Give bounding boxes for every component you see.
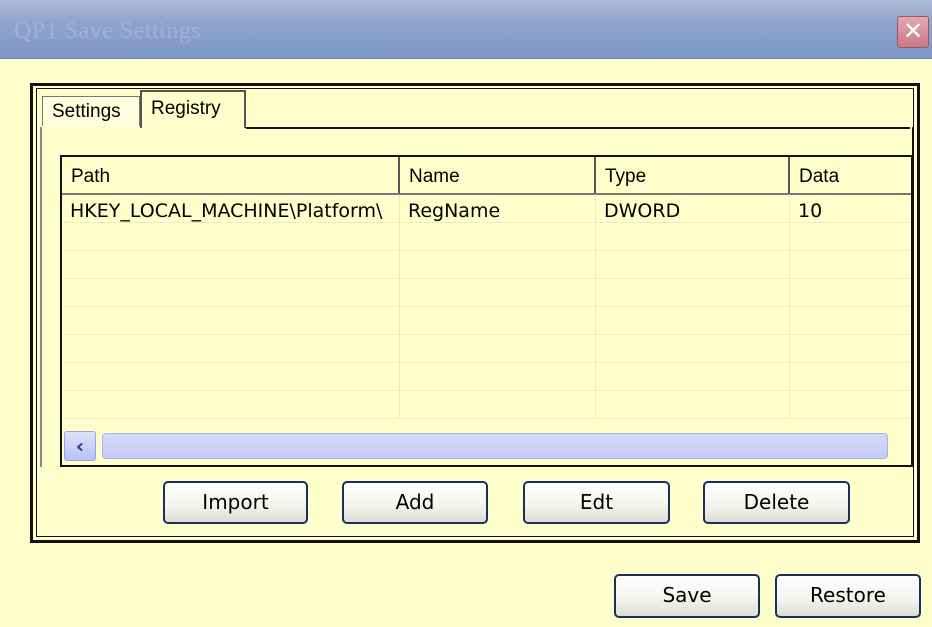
title-bar[interactable]: QP1 Save Settings ✕ bbox=[0, 0, 932, 59]
tab-registry[interactable]: Registry bbox=[140, 90, 246, 128]
tab-settings[interactable]: Settings bbox=[42, 96, 140, 126]
column-header-name[interactable]: Name bbox=[400, 157, 596, 193]
empty-row bbox=[62, 363, 911, 391]
scrollbar-thumb[interactable] bbox=[102, 433, 888, 459]
delete-button[interactable]: Delete bbox=[703, 481, 850, 524]
import-button[interactable]: Import bbox=[163, 481, 308, 524]
save-settings-window: QP1 Save Settings ✕ Settings Registry Pa… bbox=[0, 0, 932, 627]
tab-panel-left-border bbox=[40, 127, 42, 467]
cell-path: HKEY_LOCAL_MACHINE\Platform\ bbox=[62, 195, 400, 222]
save-button[interactable]: Save bbox=[614, 574, 760, 618]
close-icon: ✕ bbox=[902, 17, 924, 45]
empty-row bbox=[62, 307, 911, 335]
cell-name: RegName bbox=[400, 195, 596, 222]
add-button[interactable]: Add bbox=[342, 481, 488, 524]
empty-row bbox=[62, 279, 911, 307]
cell-data: 10 bbox=[798, 200, 823, 222]
column-header-path[interactable]: Path bbox=[62, 157, 400, 193]
registry-list-view[interactable]: Path Name Type Data HKEY_LOCAL_MACHINE\P… bbox=[60, 155, 913, 467]
edit-button[interactable]: Edt bbox=[523, 481, 670, 524]
horizontal-scrollbar[interactable]: ‹ bbox=[64, 430, 890, 462]
scroll-left-button[interactable]: ‹ bbox=[64, 431, 96, 461]
column-header-data[interactable]: Data bbox=[790, 157, 911, 193]
close-button[interactable]: ✕ bbox=[897, 16, 929, 48]
table-row[interactable]: HKEY_LOCAL_MACHINE\Platform\ RegName DWO… bbox=[62, 195, 911, 223]
empty-row bbox=[62, 391, 911, 419]
tab-panel-top-border bbox=[246, 127, 910, 129]
restore-button[interactable]: Restore bbox=[775, 574, 921, 618]
cell-type: DWORD bbox=[596, 195, 790, 222]
column-header-type[interactable]: Type bbox=[596, 157, 790, 193]
window-title: QP1 Save Settings bbox=[14, 18, 202, 44]
tab-registry-label: Registry bbox=[151, 98, 221, 119]
scroll-left-arrow-icon: ‹ bbox=[75, 434, 85, 458]
empty-row bbox=[62, 223, 911, 251]
empty-row bbox=[62, 335, 911, 363]
tab-settings-label: Settings bbox=[52, 101, 121, 122]
empty-row bbox=[62, 251, 911, 279]
list-header: Path Name Type Data bbox=[62, 157, 911, 195]
